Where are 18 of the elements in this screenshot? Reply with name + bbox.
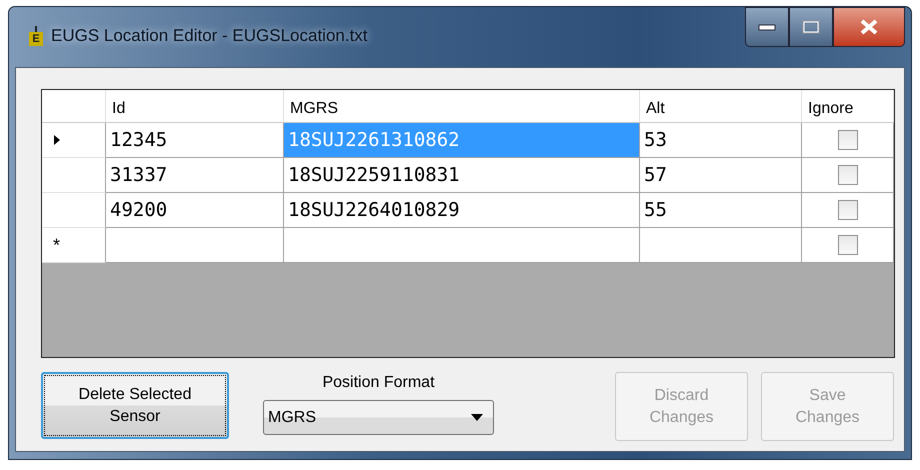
maximize-icon xyxy=(802,20,820,34)
position-format-dropdown[interactable]: MGRS xyxy=(263,400,494,435)
row-header[interactable] xyxy=(42,123,106,158)
maximize-button[interactable] xyxy=(789,7,833,47)
corner-header[interactable] xyxy=(42,90,106,123)
new-row-marker[interactable]: * xyxy=(42,228,106,263)
window-title: EUGS Location Editor - EUGSLocation.txt xyxy=(51,26,368,46)
ignore-checkbox[interactable] xyxy=(838,165,858,185)
dropdown-arrow-icon xyxy=(471,414,483,421)
ignore-checkbox[interactable] xyxy=(838,235,858,255)
close-button[interactable] xyxy=(833,7,905,47)
delete-button[interactable]: Delete Selected Sensor xyxy=(41,372,229,439)
close-icon xyxy=(859,19,879,35)
position-format-label: Position Format xyxy=(322,374,435,392)
ignore-checkbox[interactable] xyxy=(838,200,858,220)
ignore-checkbox[interactable] xyxy=(838,130,858,150)
minimize-icon xyxy=(758,23,776,31)
minimize-button[interactable] xyxy=(745,7,789,47)
